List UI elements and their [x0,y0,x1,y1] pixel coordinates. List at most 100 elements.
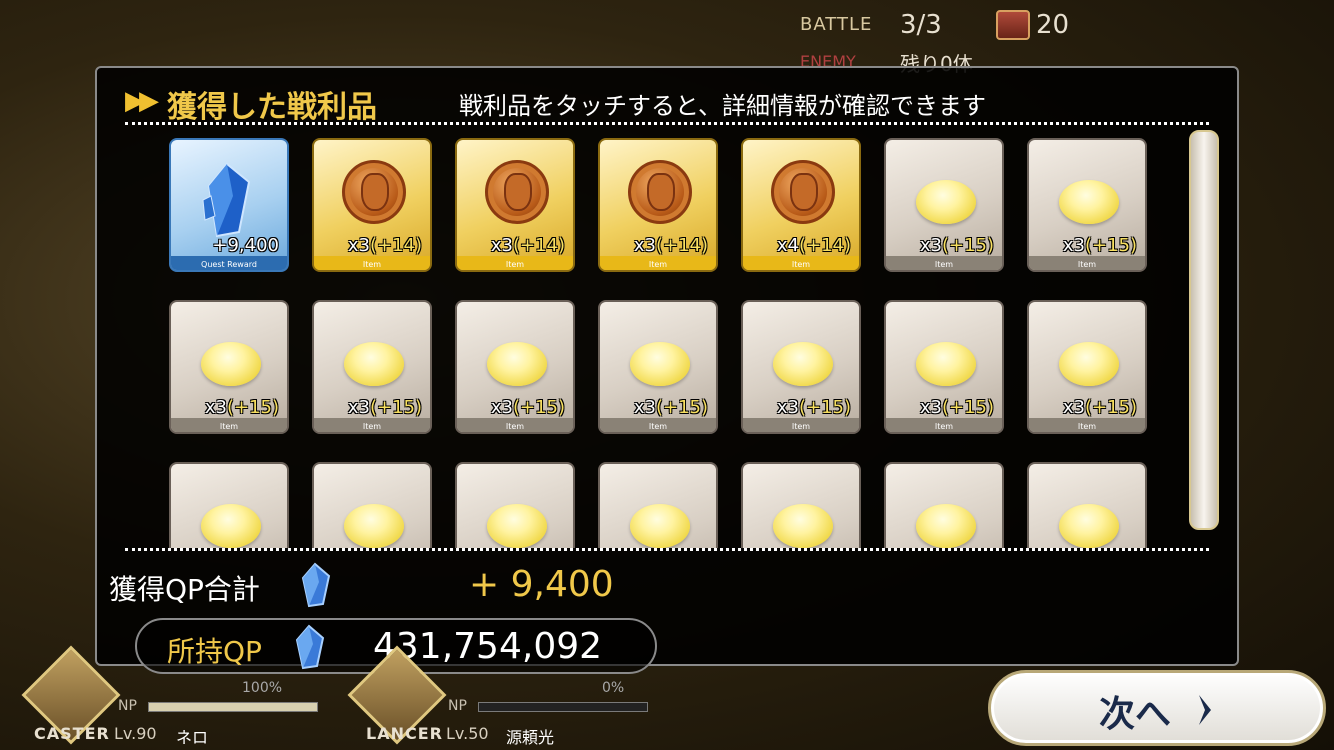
drop-item-card[interactable]: x4(+15)Item [884,462,1004,548]
drop-item-card[interactable]: x3(+15)Item [455,462,575,548]
drop-count: x3 [1062,235,1085,256]
drop-quantity: x3(+15) [1063,397,1137,418]
divider [125,122,1209,125]
drop-quantity: x3(+15) [777,397,851,418]
drop-item-card[interactable]: x3(+15)Item [598,300,718,434]
drop-item-card[interactable]: x4(+15)Item [741,462,861,548]
drop-item-card[interactable]: x3(+15)Item [169,462,289,548]
bronze-medal-icon [628,160,692,224]
drop-type-label: Item [505,260,525,269]
drops-list[interactable]: +9,400 Quest Reward x3(+14) Item x3(+14) Item… [169,138,1159,548]
drop-item-card[interactable]: x4(+15)Item [1027,462,1147,548]
medal-portrait [647,173,675,211]
drop-bonus: (+15) [655,397,708,418]
servant-level: Lv.50 [446,724,489,743]
drop-type-label: Quest Reward [201,260,257,269]
qp-crystal-icon [202,162,251,238]
drop-quantity: +9,400 [212,235,279,256]
servant-level: Lv.90 [114,724,157,743]
drop-type-label: Item [362,260,382,269]
servant-name: 源頼光 [506,728,555,747]
yellow-gem-icon [630,342,690,386]
np-label: NP [118,698,137,714]
yellow-gem-icon [1059,342,1119,386]
yellow-gem-icon [487,504,547,548]
drop-item-card[interactable]: x3(+15) Item [741,300,861,434]
drop-type-label: Item [648,260,668,269]
battle-counter: 3/3 [900,10,942,40]
np-label: NP [448,698,467,714]
drop-item-card[interactable]: x3(+14) Item [598,138,718,272]
drop-quantity: x4(+14) [777,235,851,256]
drop-quantity: x3(+15) [920,397,994,418]
drop-count: +9,400 [212,235,279,256]
scrollbar[interactable] [1189,130,1219,530]
drop-bonus: (+15) [1084,235,1137,256]
double-arrow-icon: ▶▶ [125,86,159,116]
drop-bonus: (+15) [1084,397,1137,418]
drop-count: x3 [633,397,656,418]
medal-portrait [504,173,532,211]
np-percent: 100% [242,680,283,696]
bronze-medal-icon [342,160,406,224]
drop-quantity: x3(+15) [634,397,708,418]
drop-quantity: x3(+15) [491,397,565,418]
np-bar [478,702,648,712]
drop-count: x3 [204,397,227,418]
drop-count: x3 [776,397,799,418]
yellow-gem-icon [916,180,976,224]
drop-bonus: (+15) [512,397,565,418]
drop-quantity: x3(+14) [491,235,565,256]
drop-item-card[interactable]: x3(+15) Item [1027,300,1147,434]
divider [125,548,1209,551]
drop-bonus: (+14) [655,235,708,256]
battle-label: BATTLE [800,14,873,35]
drop-quantity: x3(+14) [348,235,422,256]
drop-count: x3 [1062,397,1085,418]
drop-bonus: (+14) [798,235,851,256]
yellow-gem-icon [487,342,547,386]
drop-count: x3 [633,235,656,256]
drop-item-card[interactable]: x3(+15) Item [884,138,1004,272]
drop-bonus: (+15) [941,235,994,256]
drop-item-card[interactable]: x3(+15) Item [169,300,289,434]
servant-name: ネロ [176,728,209,747]
drop-quantity: x3(+15) [920,235,994,256]
drop-quantity: x3(+15) [205,397,279,418]
drop-type-label: Item [1077,422,1097,431]
class-label: LANCER [366,724,443,743]
drop-item-card[interactable]: x3(+15) Item [455,300,575,434]
drop-type-label: Item [791,422,811,431]
yellow-gem-icon [201,504,261,548]
yellow-gem-icon [344,504,404,548]
yellow-gem-icon [344,342,404,386]
drop-item-card[interactable]: +9,400 Quest Reward [169,138,289,272]
next-button[interactable]: 次へ [988,670,1326,746]
drop-item-card[interactable]: x3(+14) Item [455,138,575,272]
yellow-gem-icon [201,342,261,386]
np-percent: 0% [602,680,625,696]
drops-grid: +9,400 Quest Reward x3(+14) Item x3(+14) Item… [169,138,1159,548]
drop-type-label: Item [219,422,239,431]
drop-item-card[interactable]: x3(+15)Item [598,462,718,548]
drop-item-card[interactable]: x3(+15) Item [1027,138,1147,272]
drop-item-card[interactable]: x3(+15)Item [312,300,432,434]
chest-count: 20 [1036,10,1070,40]
yellow-gem-icon [773,342,833,386]
yellow-gem-icon [773,504,833,548]
drop-count: x4 [776,235,799,256]
drop-quantity: x3(+15) [348,397,422,418]
drop-type-label: Item [505,422,525,431]
qp-gain-label: 獲得QP合計 [109,573,260,606]
drop-bonus: (+15) [941,397,994,418]
next-button-label: 次へ [1099,694,1172,735]
drop-item-card[interactable]: x3(+15)Item [884,300,1004,434]
party-strip: CASTER NP 100% Lv.90 ネロ LANCER NP 0% Lv.… [0,645,980,750]
drop-item-card[interactable]: x3(+15)Item [312,462,432,548]
drop-bonus: (+15) [369,397,422,418]
drop-type-label: Item [1077,260,1097,269]
drop-type-label: Item [934,260,954,269]
drop-item-card[interactable]: x4(+14) Item [741,138,861,272]
drop-item-card[interactable]: x3(+14) Item [312,138,432,272]
battle-hud: BATTLE 3/3 20 ENEMY 残り0体 [800,8,1100,76]
